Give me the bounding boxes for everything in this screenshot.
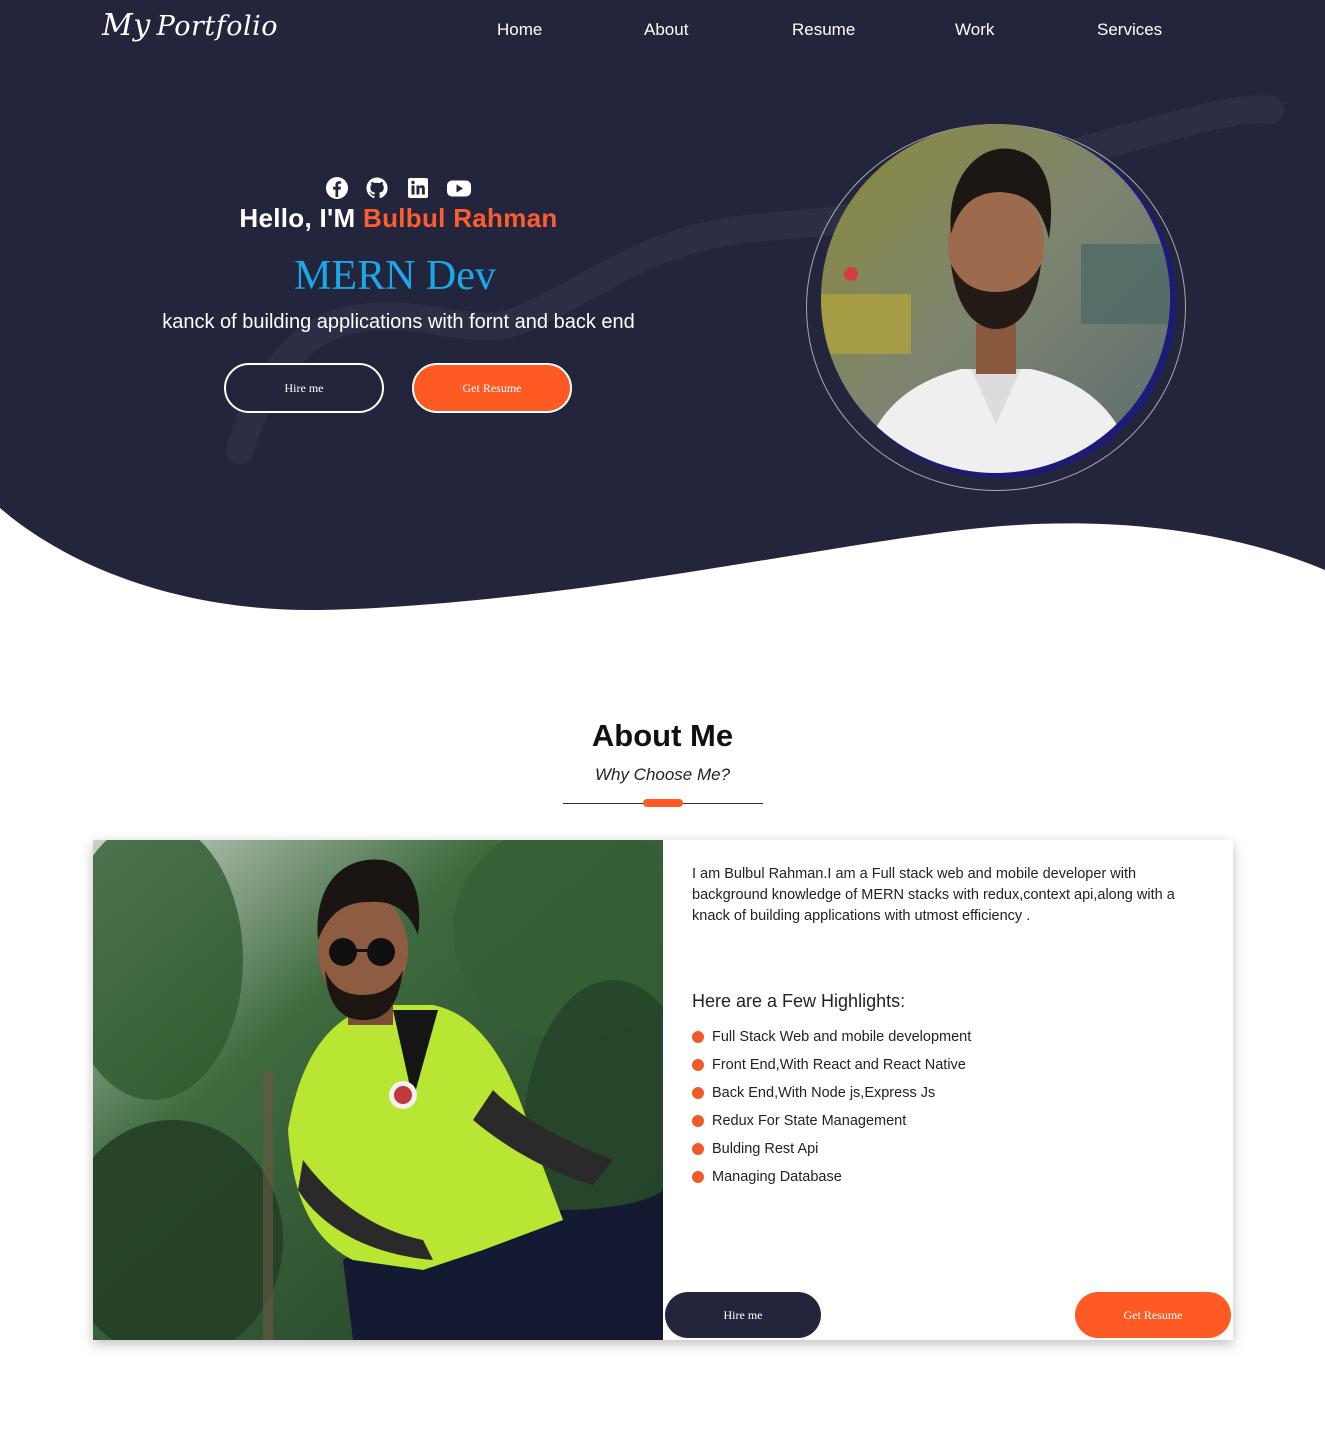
highlight-text: Managing Database [712, 1169, 842, 1185]
about-card: I am Bulbul Rahman.I am a Full stack web… [93, 840, 1233, 1340]
highlight-item: Full Stack Web and mobile development [692, 1023, 971, 1051]
nav-home[interactable]: Home [497, 20, 542, 40]
bullet-dot-icon [692, 1031, 704, 1043]
highlights-list: Full Stack Web and mobile development Fr… [692, 1023, 971, 1191]
bullet-dot-icon [692, 1115, 704, 1127]
profile-photo [821, 124, 1170, 473]
title-divider-accent [643, 799, 683, 807]
highlight-item: Front End,With React and React Native [692, 1051, 971, 1079]
linkedin-icon[interactable] [406, 176, 430, 200]
nav-resume[interactable]: Resume [792, 20, 855, 40]
hero-role: MERN Dev [294, 253, 496, 299]
hero-name: Bulbul Rahman [363, 203, 558, 233]
greeting-text: Hello, I'M [239, 203, 356, 233]
highlight-text: Bulding Rest Api [712, 1141, 819, 1157]
nav-work[interactable]: Work [955, 20, 994, 40]
bullet-dot-icon [692, 1059, 704, 1071]
bullet-dot-icon [692, 1143, 704, 1155]
logo-my: My [102, 8, 151, 43]
about-hire-button[interactable]: Hire me [665, 1292, 821, 1338]
highlight-item: Back End,With Node js,Express Js [692, 1079, 971, 1107]
highlight-item: Bulding Rest Api [692, 1135, 971, 1163]
about-subtitle: Why Choose Me? [594, 765, 731, 784]
brand-logo[interactable]: My Portfolio [102, 8, 278, 43]
hero-resume-button[interactable]: Get Resume [412, 363, 572, 413]
bullet-dot-icon [692, 1087, 704, 1099]
hero-section: My Portfolio Home About Resume Work Servi… [0, 0, 1325, 620]
highlights-title: Here are a Few Highlights: [692, 991, 906, 1011]
bullet-dot-icon [692, 1171, 704, 1183]
about-photo [93, 840, 663, 1340]
about-resume-button[interactable]: Get Resume [1075, 1292, 1231, 1338]
github-icon[interactable] [365, 176, 389, 200]
facebook-icon[interactable] [325, 176, 349, 200]
hero-tagline: kanck of building applications with forn… [162, 311, 635, 333]
nav-services[interactable]: Services [1097, 20, 1162, 40]
highlight-text: Redux For State Management [712, 1113, 907, 1129]
about-title: About Me [591, 718, 734, 753]
hero-greeting: Hello, I'M Bulbul Rahman [0, 203, 797, 234]
highlight-text: Front End,With React and React Native [712, 1057, 966, 1073]
logo-portfolio: Portfolio [156, 11, 279, 42]
highlight-text: Full Stack Web and mobile development [712, 1029, 972, 1045]
hero-hire-button[interactable]: Hire me [224, 363, 384, 413]
highlight-item: Managing Database [692, 1163, 971, 1191]
top-navbar: My Portfolio Home About Resume Work Servi… [0, 0, 1325, 62]
highlight-text: Back End,With Node js,Express Js [712, 1085, 936, 1101]
about-bio: I am Bulbul Rahman.I am a Full stack web… [692, 866, 1175, 924]
youtube-icon[interactable] [446, 176, 472, 200]
nav-about[interactable]: About [644, 20, 688, 40]
highlight-item: Redux For State Management [692, 1107, 971, 1135]
